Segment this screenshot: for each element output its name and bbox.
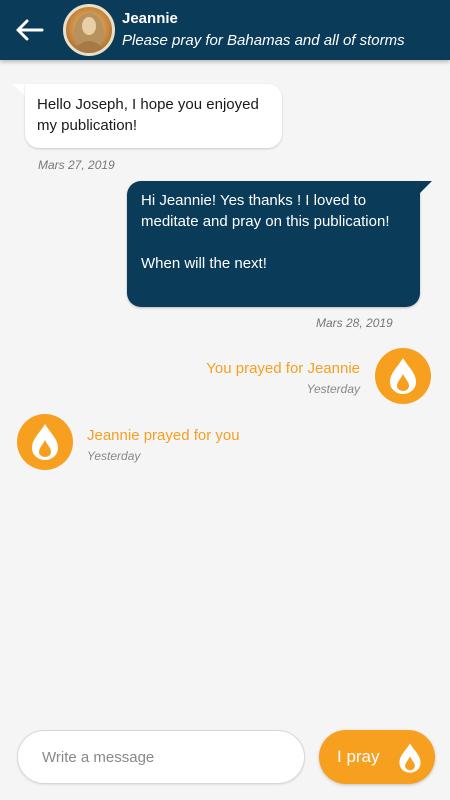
incoming-message[interactable]: Hello Joseph, I hope you enjoyed my publ… [25, 84, 282, 148]
flame-icon [375, 348, 431, 404]
chat-header: Jeannie Please pray for Bahamas and all … [0, 0, 450, 60]
contact-name: Jeannie [122, 10, 178, 27]
arrow-left-icon [16, 19, 44, 41]
bubble-tail [13, 84, 25, 96]
prayer-event-time: Yesterday [87, 449, 141, 463]
back-button[interactable] [14, 16, 46, 44]
avatar[interactable] [63, 4, 115, 56]
bubble-tail [420, 181, 432, 193]
portrait-image [74, 13, 104, 53]
prayer-event-time: Yesterday [306, 382, 360, 396]
prayer-event-text: Jeannie prayed for you [87, 427, 240, 444]
prayer-event-text: You prayed for Jeannie [206, 360, 360, 377]
message-input-container[interactable] [17, 730, 305, 784]
message-input[interactable] [42, 745, 292, 769]
flame-icon [399, 743, 421, 773]
message-date: Mars 28, 2019 [316, 316, 393, 330]
outgoing-message[interactable]: Hi Jeannie! Yes thanks ! I loved to medi… [127, 181, 420, 307]
pray-button[interactable]: I pray [319, 730, 435, 784]
pray-button-label: I pray [337, 747, 380, 766]
flame-icon [17, 414, 73, 470]
message-date: Mars 27, 2019 [38, 158, 115, 172]
contact-status: Please pray for Bahamas and all of storm… [122, 32, 405, 49]
